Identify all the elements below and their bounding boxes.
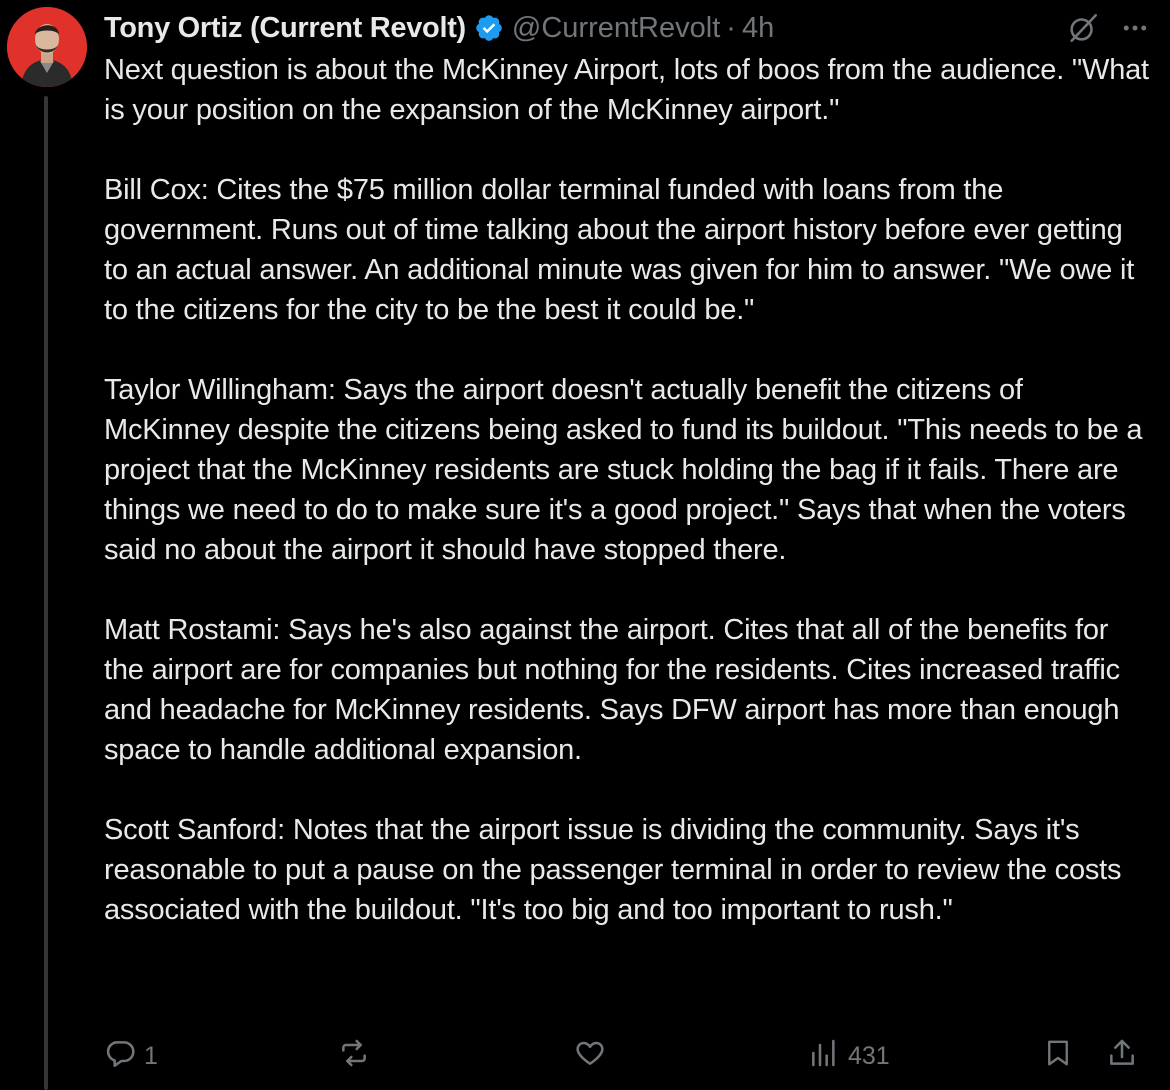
avatar-image <box>7 7 87 87</box>
thread-line <box>44 96 48 1090</box>
grok-icon[interactable] <box>1066 11 1100 45</box>
author-handle[interactable]: @CurrentRevolt <box>512 12 720 45</box>
share-button[interactable] <box>1106 1034 1138 1078</box>
repost-button[interactable] <box>337 1034 379 1078</box>
like-button[interactable] <box>573 1034 615 1078</box>
verified-badge-icon[interactable] <box>474 13 504 43</box>
action-bar: 1 431 <box>104 1034 1140 1078</box>
tweet-header: Tony Ortiz (Current Revolt) @CurrentRevo… <box>104 8 1150 48</box>
author-name[interactable]: Tony Ortiz (Current Revolt) <box>104 12 466 45</box>
separator-dot: · <box>726 11 736 44</box>
post-time[interactable]: 4h <box>742 12 774 45</box>
views-icon <box>808 1037 840 1076</box>
more-icon[interactable] <box>1120 13 1150 43</box>
tweet-paragraph: Taylor Willingham: Says the airport does… <box>104 374 1143 566</box>
avatar[interactable] <box>7 7 87 87</box>
views-count: 431 <box>848 1041 890 1070</box>
tweet-paragraph: Scott Sanford: Notes that the airport is… <box>104 814 1122 926</box>
reply-count: 1 <box>144 1041 158 1070</box>
reply-icon <box>104 1037 136 1076</box>
tweet-text: Next question is about the McKinney Airp… <box>104 50 1154 930</box>
reply-button[interactable]: 1 <box>104 1034 158 1078</box>
bookmark-icon <box>1043 1037 1073 1076</box>
tweet-paragraph: Matt Rostami: Says he's also against the… <box>104 614 1120 766</box>
views-button[interactable]: 431 <box>808 1034 890 1078</box>
tweet-paragraph: Next question is about the McKinney Airp… <box>104 54 1149 126</box>
share-icon <box>1106 1037 1138 1076</box>
tweet: Tony Ortiz (Current Revolt) @CurrentRevo… <box>0 0 1170 1090</box>
tweet-paragraph: Bill Cox: Cites the $75 million dollar t… <box>104 174 1135 326</box>
bookmark-button[interactable] <box>1043 1034 1073 1078</box>
heart-icon <box>573 1037 607 1076</box>
header-actions <box>1066 8 1150 48</box>
repost-icon <box>337 1037 371 1076</box>
